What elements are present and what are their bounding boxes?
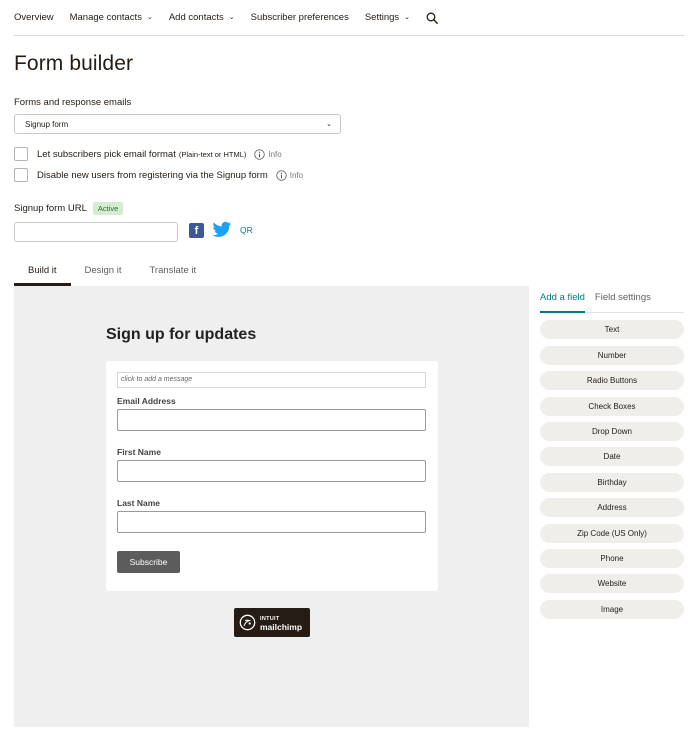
tab-build-it[interactable]: Build it <box>14 259 71 286</box>
tab-label: Build it <box>28 265 57 276</box>
email-format-note: (Plain-text or HTML) <box>178 149 247 159</box>
status-badge: Active <box>92 202 124 215</box>
add-website-field-button[interactable]: Website <box>540 574 684 593</box>
tab-label: Add a field <box>540 292 585 303</box>
field-panel-tabs: Add a field Field settings <box>540 292 684 313</box>
last-name-input[interactable] <box>117 511 426 533</box>
forms-section-label: Forms and response emails <box>14 97 132 108</box>
email-address-label: Email Address <box>117 396 176 406</box>
add-number-field-button[interactable]: Number <box>540 346 684 365</box>
add-image-field-button[interactable]: Image <box>540 600 684 619</box>
disable-registration-checkbox[interactable] <box>14 168 28 182</box>
add-drop-down-field-button[interactable]: Drop Down <box>540 422 684 441</box>
add-birthday-field-button[interactable]: Birthday <box>540 473 684 492</box>
info-label: Info <box>268 149 282 159</box>
logo-line2: mailchimp <box>260 621 303 632</box>
nav-item-label: Settings <box>364 12 400 23</box>
form-type-select-value: Signup form <box>25 119 69 129</box>
tab-label: Design it <box>84 265 122 276</box>
tab-add-a-field[interactable]: Add a field <box>540 292 585 313</box>
info-icon <box>254 148 266 160</box>
info-label: Info <box>289 170 304 180</box>
tab-design-it[interactable]: Design it <box>71 259 136 286</box>
tab-label: Translate it <box>149 265 197 276</box>
first-name-label: First Name <box>117 447 161 457</box>
add-check-boxes-field-button[interactable]: Check Boxes <box>540 397 684 416</box>
nav-item-subscriber-preferences[interactable]: Subscriber preferences <box>251 12 349 23</box>
add-text-field-button[interactable]: Text <box>540 320 684 339</box>
nav-item-manage-contacts[interactable]: Manage contacts ⌄ <box>70 12 153 23</box>
page-title: Form builder <box>14 52 134 75</box>
add-date-field-button[interactable]: Date <box>540 447 684 466</box>
nav-item-label: Subscriber preferences <box>250 12 349 23</box>
nav-item-overview[interactable]: Overview <box>14 12 54 23</box>
first-name-input[interactable] <box>117 460 426 482</box>
info-icon <box>276 169 287 181</box>
nav-item-label: Overview <box>14 12 54 23</box>
signup-url-header: Signup form URL Active <box>14 202 124 215</box>
subscribe-button[interactable]: Subscribe <box>117 551 180 573</box>
nav-item-label: Add contacts <box>168 12 224 23</box>
email-format-label: Let subscribers pick email format <box>37 148 176 160</box>
qr-link[interactable]: QR <box>240 225 253 235</box>
facebook-icon[interactable]: f <box>189 223 204 238</box>
builder-tabs: Build it Design it Translate it <box>14 259 210 286</box>
email-format-option: Let subscribers pick email format (Plain… <box>14 147 282 161</box>
form-message-field[interactable]: click to add a message <box>117 372 426 388</box>
mailchimp-logo: INTUIT mailchimp <box>234 608 310 637</box>
disable-registration-option: Disable new users from registering via t… <box>14 168 303 182</box>
signup-url-field[interactable] <box>14 222 178 242</box>
form-heading[interactable]: Sign up for updates <box>106 326 256 344</box>
chevron-down-icon: ⌄ <box>404 13 411 21</box>
form-card: click to add a message Email Address Fir… <box>106 361 438 591</box>
tab-label: Field settings <box>594 292 651 303</box>
signup-url-label: Signup form URL <box>14 203 87 214</box>
search-icon[interactable] <box>426 12 438 24</box>
form-preview-canvas: Sign up for updates click to add a messa… <box>14 286 529 727</box>
add-zip-code-field-button[interactable]: Zip Code (US Only) <box>540 524 684 543</box>
twitter-icon[interactable] <box>212 221 232 239</box>
chevron-down-icon: ⌄ <box>326 121 332 128</box>
nav-item-settings[interactable]: Settings ⌄ <box>365 12 410 23</box>
disable-registration-label: Disable new users from registering via t… <box>37 169 268 181</box>
chevron-down-icon: ⌄ <box>146 13 153 21</box>
email-format-info[interactable]: Info <box>254 148 282 160</box>
last-name-label: Last Name <box>117 498 160 508</box>
tab-translate-it[interactable]: Translate it <box>135 259 210 286</box>
disable-registration-info[interactable]: Info <box>276 169 304 181</box>
nav-item-label: Manage contacts <box>69 12 142 23</box>
tab-field-settings[interactable]: Field settings <box>595 292 651 313</box>
top-navigation: Overview Manage contacts ⌄ Add contacts … <box>14 0 684 36</box>
add-address-field-button[interactable]: Address <box>540 498 684 517</box>
email-address-input[interactable] <box>117 409 426 431</box>
email-format-checkbox[interactable] <box>14 147 28 161</box>
chevron-down-icon: ⌄ <box>228 13 235 21</box>
nav-item-add-contacts[interactable]: Add contacts ⌄ <box>169 12 235 23</box>
add-phone-field-button[interactable]: Phone <box>540 549 684 568</box>
form-type-select[interactable]: Signup form ⌄ <box>14 114 341 134</box>
freddie-icon <box>239 614 256 631</box>
add-radio-buttons-field-button[interactable]: Radio Buttons <box>540 371 684 390</box>
